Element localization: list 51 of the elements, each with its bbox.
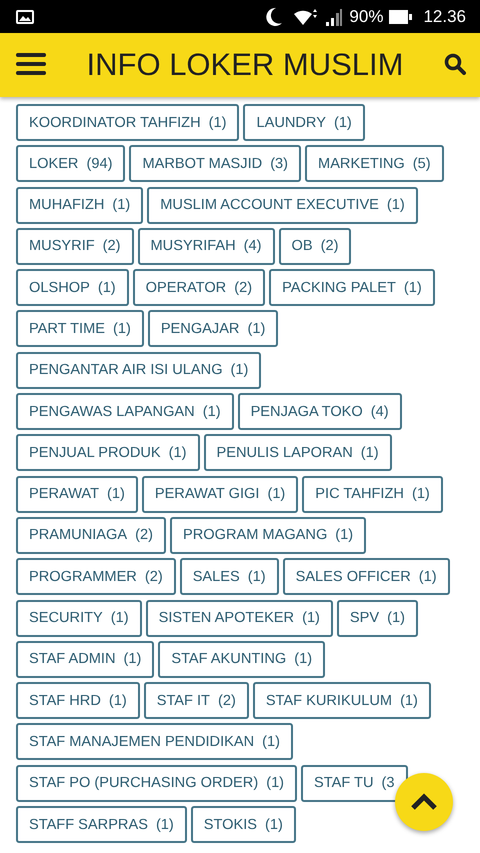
tag-link[interactable]: MARKETING (5) bbox=[305, 145, 444, 182]
search-icon[interactable] bbox=[444, 52, 466, 78]
moon-icon bbox=[265, 6, 284, 26]
tag-link[interactable]: LOKER (94) bbox=[16, 145, 126, 182]
tag-link[interactable]: LAUNDRY (1) bbox=[243, 104, 365, 141]
wifi-icon bbox=[293, 6, 320, 26]
signal-icon bbox=[325, 8, 344, 26]
tag-link[interactable]: OB (2) bbox=[278, 228, 352, 265]
tag-link[interactable]: SECURITY (1) bbox=[16, 600, 142, 637]
tag-link[interactable]: PENULIS LAPORAN (1) bbox=[204, 434, 392, 472]
tag-link[interactable]: OPERATOR (2) bbox=[132, 269, 266, 306]
tag-link[interactable]: STAF KURIKULUM (1) bbox=[252, 682, 431, 720]
caret-up-icon bbox=[410, 793, 438, 811]
battery-percent: 90% bbox=[349, 6, 384, 26]
battery-icon bbox=[389, 8, 414, 24]
tag-link[interactable]: STAFF SARPRAS (1) bbox=[16, 806, 187, 844]
scroll-top-button[interactable] bbox=[395, 773, 453, 831]
tag-link[interactable]: SISTEN APOTEKER (1) bbox=[146, 600, 333, 637]
tag-link[interactable]: OLSHOP (1) bbox=[16, 269, 129, 306]
tag-link[interactable]: MUHAFIZH (1) bbox=[16, 186, 144, 224]
tag-link[interactable]: PENJUAL PRODUK (1) bbox=[16, 434, 200, 472]
tag-link[interactable]: MUSLIM ACCOUNT EXECUTIVE (1) bbox=[147, 186, 418, 224]
tag-link[interactable]: MUSYRIF (2) bbox=[16, 228, 134, 265]
tag-link[interactable]: SPV (1) bbox=[336, 600, 418, 637]
tag-link[interactable]: PACKING PALET (1) bbox=[269, 269, 435, 306]
tag-link[interactable]: KOORDINATOR TAHFIZH (1) bbox=[16, 104, 240, 141]
tag-link[interactable]: PROGRAM MAGANG (1) bbox=[170, 516, 366, 554]
tag-link[interactable]: STAF IT (2) bbox=[144, 682, 249, 720]
tag-link[interactable]: STAF AKUNTING (1) bbox=[158, 640, 326, 678]
tag-link[interactable]: PENGANTAR AIR ISI ULANG (1) bbox=[16, 352, 262, 389]
tag-link[interactable]: STOKIS (1) bbox=[190, 806, 296, 844]
tag-link[interactable]: PIC TAHFIZH (1) bbox=[302, 476, 443, 513]
tag-link[interactable]: PERAWAT GIGI (1) bbox=[142, 476, 298, 513]
tag-link[interactable]: MARBOT MASJID (3) bbox=[129, 145, 302, 182]
clock-time: 12.36 bbox=[423, 6, 466, 26]
tag-link[interactable]: PENJAGA TOKO (4) bbox=[238, 393, 402, 430]
tag-link[interactable]: STAF PO (PURCHASING ORDER) (1) bbox=[16, 764, 298, 802]
tag-link[interactable]: MUSYRIFAH (4) bbox=[138, 228, 274, 265]
app-title: INFO LOKER MUSLIM bbox=[86, 47, 404, 83]
tag-link[interactable]: STAF ADMIN (1) bbox=[16, 640, 154, 678]
tag-link[interactable]: STAF HRD (1) bbox=[16, 682, 140, 720]
tag-link[interactable]: PRAMUNIAGA (2) bbox=[16, 516, 166, 554]
tag-link[interactable]: SALES OFFICER (1) bbox=[282, 558, 450, 596]
tag-link[interactable]: STAF MANAJEMEN PENDIDIKAN (1) bbox=[16, 723, 293, 760]
tag-link[interactable]: PART TIME (1) bbox=[16, 310, 144, 348]
tag-link[interactable]: PERAWAT (1) bbox=[16, 476, 138, 513]
tag-link[interactable]: SALES (1) bbox=[180, 558, 279, 596]
tag-link[interactable]: PENGAJAR (1) bbox=[148, 310, 278, 348]
tag-link[interactable]: PENGAWAS LAPANGAN (1) bbox=[16, 393, 234, 430]
image-icon bbox=[16, 10, 34, 24]
tag-link[interactable]: PROGRAMMER (2) bbox=[16, 558, 176, 596]
